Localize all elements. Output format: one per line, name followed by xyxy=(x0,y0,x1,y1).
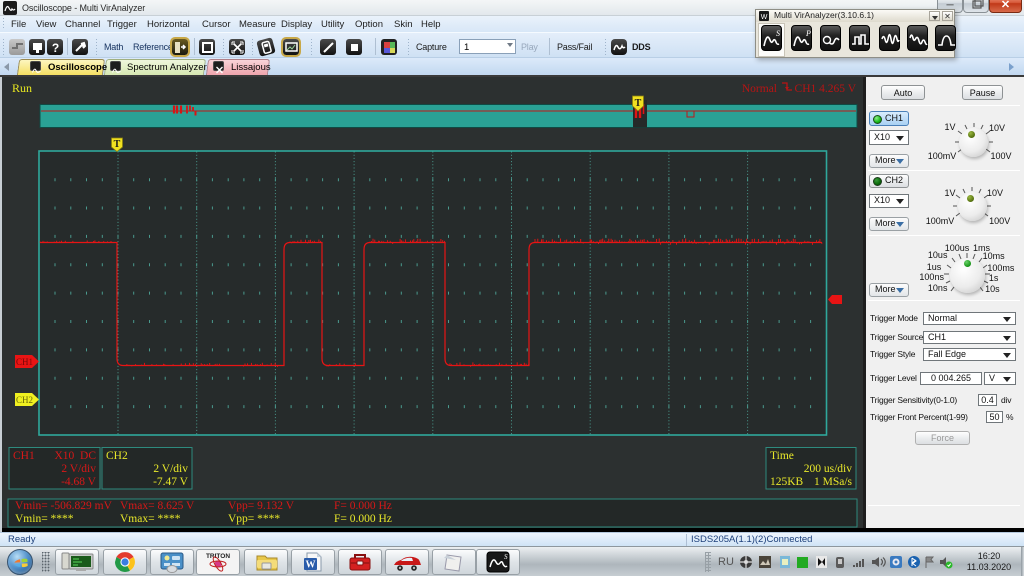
svg-text:CH2: CH2 xyxy=(16,395,33,405)
svg-text:P: P xyxy=(805,29,811,38)
svg-text:CH1: CH1 xyxy=(13,450,35,462)
svg-text:T: T xyxy=(635,98,642,109)
svg-text:W: W xyxy=(761,14,768,21)
svg-text:Time: Time xyxy=(770,450,794,462)
svg-text:2 V/div: 2 V/div xyxy=(61,463,96,475)
svg-text:-7.47 V: -7.47 V xyxy=(153,476,189,488)
svg-text:S: S xyxy=(504,553,508,561)
svg-text:Vmin= -506.829 mV: Vmin= -506.829 mV xyxy=(15,500,113,512)
svg-text:Vmax= ****: Vmax= **** xyxy=(120,513,181,525)
svg-text:CH1: CH1 xyxy=(16,357,33,367)
svg-text:Vmin= ****: Vmin= **** xyxy=(15,513,74,525)
svg-text:CH2: CH2 xyxy=(106,450,128,462)
svg-text:?: ? xyxy=(52,41,59,55)
svg-text:Vpp= 9.132 V: Vpp= 9.132 V xyxy=(228,500,295,512)
svg-text:-4.68 V: -4.68 V xyxy=(61,476,97,488)
svg-text:Run: Run xyxy=(12,81,32,95)
svg-text:F= 0.000 Hz: F= 0.000 Hz xyxy=(334,513,392,525)
svg-text:Vmax= 8.625 V: Vmax= 8.625 V xyxy=(120,500,195,512)
svg-text:1 MSa/s: 1 MSa/s xyxy=(814,476,853,488)
svg-text:Normal: Normal xyxy=(742,83,777,95)
svg-text:CH1 4.265 V: CH1 4.265 V xyxy=(795,83,857,95)
svg-text:W: W xyxy=(306,560,316,571)
svg-text:F= 0.000 Hz: F= 0.000 Hz xyxy=(334,500,392,512)
svg-text:2 V/div: 2 V/div xyxy=(153,463,188,475)
svg-text:200 us/div: 200 us/div xyxy=(804,463,852,475)
svg-text:X10 DC: X10 DC xyxy=(54,450,96,462)
svg-text:T: T xyxy=(114,139,121,150)
svg-text:Vpp= ****: Vpp= **** xyxy=(228,513,280,525)
svg-text:S: S xyxy=(776,29,780,38)
svg-text:125KB: 125KB xyxy=(770,476,804,488)
